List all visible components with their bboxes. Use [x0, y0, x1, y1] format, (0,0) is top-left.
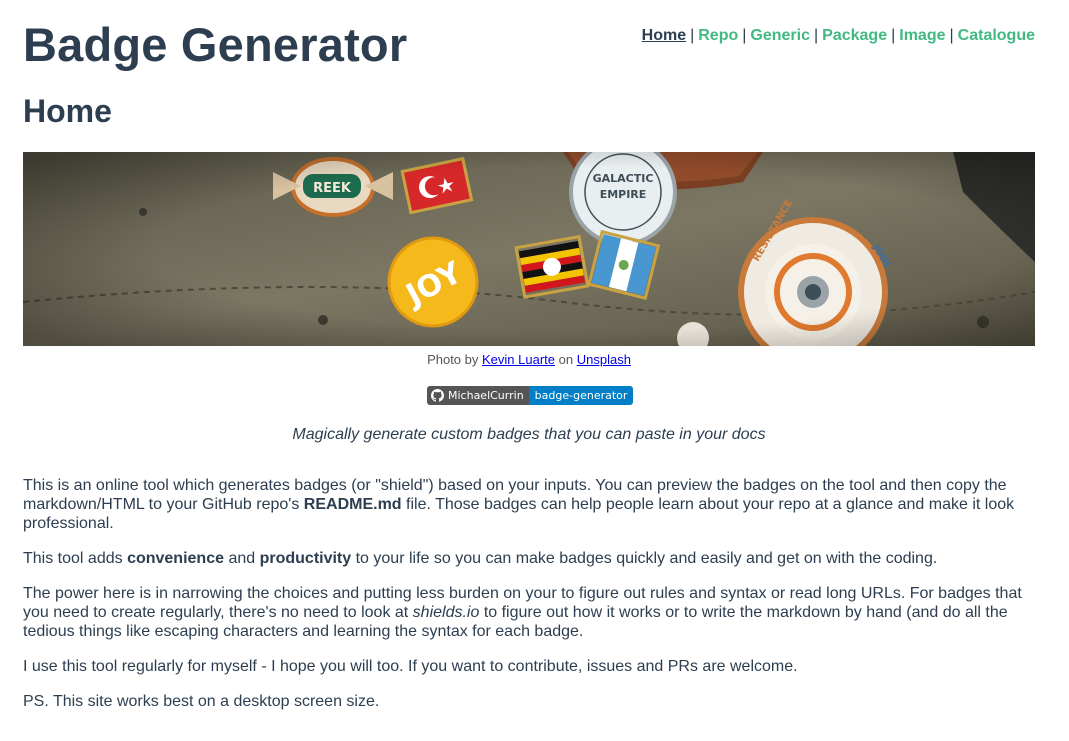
- nav-link-repo[interactable]: Repo: [698, 27, 738, 44]
- intro-paragraph: This tool adds convenience and productiv…: [23, 549, 1035, 568]
- intro-paragraph: PS. This site works best on a desktop sc…: [23, 693, 380, 710]
- photo-author-link[interactable]: Kevin Luarte: [482, 352, 555, 367]
- top-nav: Home | Repo | Generic | Package | Image | Catalogu…: [642, 26, 1035, 46]
- caption-prefix: Photo by: [427, 352, 479, 367]
- intro-paragraph: This is an online tool which generates b…: [23, 476, 1035, 533]
- tagline: Magically generate custom badges that yo…: [292, 426, 766, 443]
- site-title: Badge Generator: [23, 18, 408, 71]
- nav-separator: |: [742, 27, 747, 44]
- nav-link-generic[interactable]: Generic: [750, 27, 810, 44]
- emphasis-convenience: convenience: [127, 550, 224, 567]
- repo-badge-owner-section: MichaelCurrin: [427, 386, 529, 405]
- shields-io-mention: shields.io: [412, 604, 480, 621]
- intro-paragraph: I use this tool regularly for myself - I…: [23, 658, 798, 675]
- repo-badge-name: badge-generator: [528, 386, 634, 405]
- nav-link-image[interactable]: Image: [899, 27, 945, 44]
- nav-link-catalogue[interactable]: Catalogue: [958, 27, 1035, 44]
- nav-separator: |: [891, 27, 896, 44]
- nav-link-package[interactable]: Package: [822, 27, 887, 44]
- intro-content: This is an online tool which generates b…: [23, 476, 1035, 727]
- page-heading: Home: [23, 93, 112, 129]
- page: Badge Generator Home | Repo | Generic | Packag…: [0, 0, 1069, 741]
- emphasis-productivity: productivity: [259, 550, 352, 567]
- repo-badge-owner: MichaelCurrin: [448, 389, 524, 402]
- text-run: to your life so you can make badges quic…: [351, 550, 938, 567]
- github-icon: [431, 389, 444, 402]
- text-run: and: [224, 550, 260, 567]
- nav-link-home[interactable]: Home: [642, 27, 686, 44]
- hero-caption: Photo by Kevin Luarte on Unsplash: [23, 352, 1035, 368]
- repo-badge[interactable]: MichaelCurrin badge-generator: [427, 386, 634, 405]
- nav-separator: |: [814, 27, 819, 44]
- intro-paragraph: The power here is in narrowing the choic…: [23, 584, 1035, 641]
- caption-middle: on: [558, 352, 574, 367]
- nav-separator: |: [690, 27, 695, 44]
- unsplash-link[interactable]: Unsplash: [577, 352, 631, 367]
- text-run: This tool adds: [23, 550, 128, 567]
- nav-separator: |: [949, 27, 954, 44]
- readme-filename: README.md: [303, 496, 402, 513]
- hero-image: REEK GALACTIC EMPIRE JO: [23, 152, 1035, 346]
